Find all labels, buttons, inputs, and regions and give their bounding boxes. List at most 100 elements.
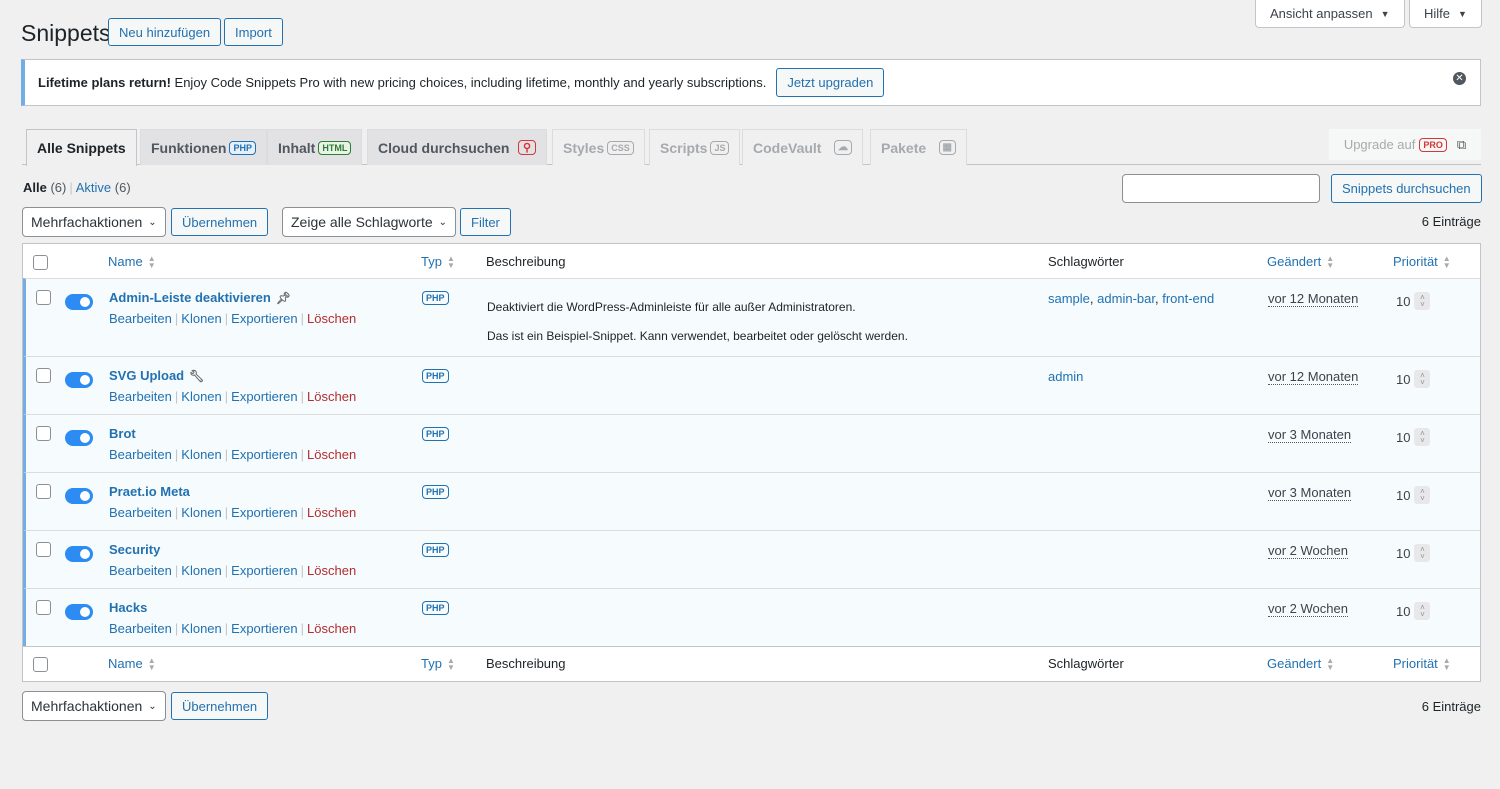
sort-arrows-icon[interactable]: ▲ ▼ <box>1443 656 1451 671</box>
clone-link[interactable]: Klonen <box>181 447 221 462</box>
import-button[interactable]: Import <box>224 18 283 46</box>
select-all-checkbox[interactable] <box>33 657 48 672</box>
priority-stepper-icon[interactable]: ˄ ˅ <box>1414 428 1431 446</box>
tag-filter-select[interactable]: Zeige alle Schlagworte ⌄ <box>282 207 457 237</box>
sort-arrows-icon[interactable]: ▲ ▼ <box>447 656 455 671</box>
active-toggle[interactable] <box>65 604 93 620</box>
select-all-checkbox[interactable] <box>33 255 48 270</box>
priority-stepper-icon[interactable]: ˄ ˅ <box>1414 486 1431 504</box>
column-header-modified-footer[interactable]: Geändert ▲ ▼ <box>1267 656 1334 671</box>
tab-cloud-search[interactable]: Cloud durchsuchen ⚲ <box>367 129 547 165</box>
priority-stepper-icon[interactable]: ˄ ˅ <box>1414 292 1431 310</box>
sort-arrows-icon[interactable]: ▲ ▼ <box>447 254 455 269</box>
active-toggle[interactable] <box>65 294 93 310</box>
tab-functions[interactable]: Funktionen PHP <box>140 129 267 165</box>
export-link[interactable]: Exportieren <box>231 505 297 520</box>
dismiss-icon[interactable]: ✕ <box>1453 72 1466 85</box>
row-checkbox[interactable] <box>36 542 51 557</box>
column-header-type-footer[interactable]: Typ ▲ ▼ <box>421 656 455 671</box>
apply-button[interactable]: Übernehmen <box>171 208 269 236</box>
priority-stepper-icon[interactable]: ˄ ˅ <box>1414 370 1431 388</box>
active-toggle[interactable] <box>65 546 93 562</box>
search-input[interactable] <box>1122 174 1320 203</box>
clone-link[interactable]: Klonen <box>181 505 221 520</box>
row-checkbox[interactable] <box>36 426 51 441</box>
snippet-name-link[interactable]: Hacks <box>109 600 147 615</box>
filter-button[interactable]: Filter <box>460 208 511 236</box>
delete-link[interactable]: Löschen <box>307 621 356 636</box>
priority-value[interactable]: 10 <box>1396 294 1410 309</box>
tab-codevault[interactable]: CodeVault ☁ <box>742 129 863 165</box>
edit-link[interactable]: Bearbeiten <box>109 447 172 462</box>
priority-value[interactable]: 10 <box>1396 488 1410 503</box>
edit-link[interactable]: Bearbeiten <box>109 621 172 636</box>
export-link[interactable]: Exportieren <box>231 447 297 462</box>
screen-options-button[interactable]: Ansicht anpassen ▼ <box>1255 0 1405 28</box>
search-snippets-button[interactable]: Snippets durchsuchen <box>1331 174 1482 203</box>
snippet-name-link[interactable]: SVG Upload 🔧︎ <box>109 368 204 383</box>
row-checkbox[interactable] <box>36 484 51 499</box>
edit-link[interactable]: Bearbeiten <box>109 311 172 326</box>
column-label[interactable]: Geändert <box>1267 656 1321 671</box>
view-active[interactable]: Aktive <box>76 180 111 195</box>
snippet-name-link[interactable]: Praet.io Meta <box>109 484 190 499</box>
active-toggle[interactable] <box>65 430 93 446</box>
row-checkbox[interactable] <box>36 600 51 615</box>
tab-content[interactable]: Inhalt HTML <box>267 129 363 165</box>
priority-value[interactable]: 10 <box>1396 546 1410 561</box>
sort-arrows-icon[interactable]: ▲ ▼ <box>148 254 156 269</box>
export-link[interactable]: Exportieren <box>231 311 297 326</box>
column-header-name-footer[interactable]: Name ▲ ▼ <box>108 656 156 671</box>
edit-link[interactable]: Bearbeiten <box>109 389 172 404</box>
priority-value[interactable]: 10 <box>1396 430 1410 445</box>
tab-all-snippets[interactable]: Alle Snippets <box>26 129 137 166</box>
column-label[interactable]: Geändert <box>1267 254 1321 269</box>
column-header-priority-footer[interactable]: Priorität ▲ ▼ <box>1393 656 1451 671</box>
add-new-button[interactable]: Neu hinzufügen <box>108 18 222 46</box>
priority-field[interactable]: 10 ˄ ˅ <box>1396 486 1431 504</box>
clone-link[interactable]: Klonen <box>181 563 221 578</box>
edit-link[interactable]: Bearbeiten <box>109 563 172 578</box>
column-label[interactable]: Typ <box>421 254 442 269</box>
row-checkbox[interactable] <box>36 368 51 383</box>
clone-link[interactable]: Klonen <box>181 621 221 636</box>
export-link[interactable]: Exportieren <box>231 621 297 636</box>
column-header-type[interactable]: Typ ▲ ▼ <box>421 254 455 269</box>
column-header-name[interactable]: Name ▲ ▼ <box>108 254 156 269</box>
tab-packages[interactable]: Pakete ▦ <box>870 129 967 165</box>
sort-arrows-icon[interactable]: ▲ ▼ <box>1326 254 1334 269</box>
sort-arrows-icon[interactable]: ▲ ▼ <box>1326 656 1334 671</box>
sort-arrows-icon[interactable]: ▲ ▼ <box>1443 254 1451 269</box>
clone-link[interactable]: Klonen <box>181 389 221 404</box>
bulk-actions-select-bottom[interactable]: Mehrfachaktionen ⌄ <box>22 691 166 721</box>
column-header-priority[interactable]: Priorität ▲ ▼ <box>1393 254 1451 269</box>
delete-link[interactable]: Löschen <box>307 447 356 462</box>
upgrade-pro-link[interactable]: Upgrade auf PRO ⧉ <box>1329 129 1481 160</box>
export-link[interactable]: Exportieren <box>231 563 297 578</box>
column-label[interactable]: Typ <box>421 656 442 671</box>
column-label[interactable]: Name <box>108 254 143 269</box>
snippet-name-link[interactable]: Security <box>109 542 160 557</box>
priority-field[interactable]: 10 ˄ ˅ <box>1396 428 1431 446</box>
tag-link[interactable]: admin <box>1048 369 1083 384</box>
tag-link[interactable]: admin-bar <box>1097 291 1155 306</box>
priority-field[interactable]: 10 ˄ ˅ <box>1396 370 1431 388</box>
tag-link[interactable]: sample <box>1048 291 1090 306</box>
export-link[interactable]: Exportieren <box>231 389 297 404</box>
tag-link[interactable]: front-end <box>1162 291 1214 306</box>
column-header-modified[interactable]: Geändert ▲ ▼ <box>1267 254 1334 269</box>
edit-link[interactable]: Bearbeiten <box>109 505 172 520</box>
clone-link[interactable]: Klonen <box>181 311 221 326</box>
help-button[interactable]: Hilfe ▼ <box>1409 0 1482 28</box>
delete-link[interactable]: Löschen <box>307 389 356 404</box>
priority-value[interactable]: 10 <box>1396 604 1410 619</box>
column-label[interactable]: Priorität <box>1393 254 1438 269</box>
view-all[interactable]: Alle <box>23 180 47 195</box>
active-toggle[interactable] <box>65 488 93 504</box>
row-checkbox[interactable] <box>36 290 51 305</box>
tab-scripts[interactable]: Scripts JS <box>649 129 741 165</box>
delete-link[interactable]: Löschen <box>307 505 356 520</box>
apply-button-bottom[interactable]: Übernehmen <box>171 692 269 720</box>
priority-field[interactable]: 10 ˄ ˅ <box>1396 544 1431 562</box>
column-label[interactable]: Name <box>108 656 143 671</box>
